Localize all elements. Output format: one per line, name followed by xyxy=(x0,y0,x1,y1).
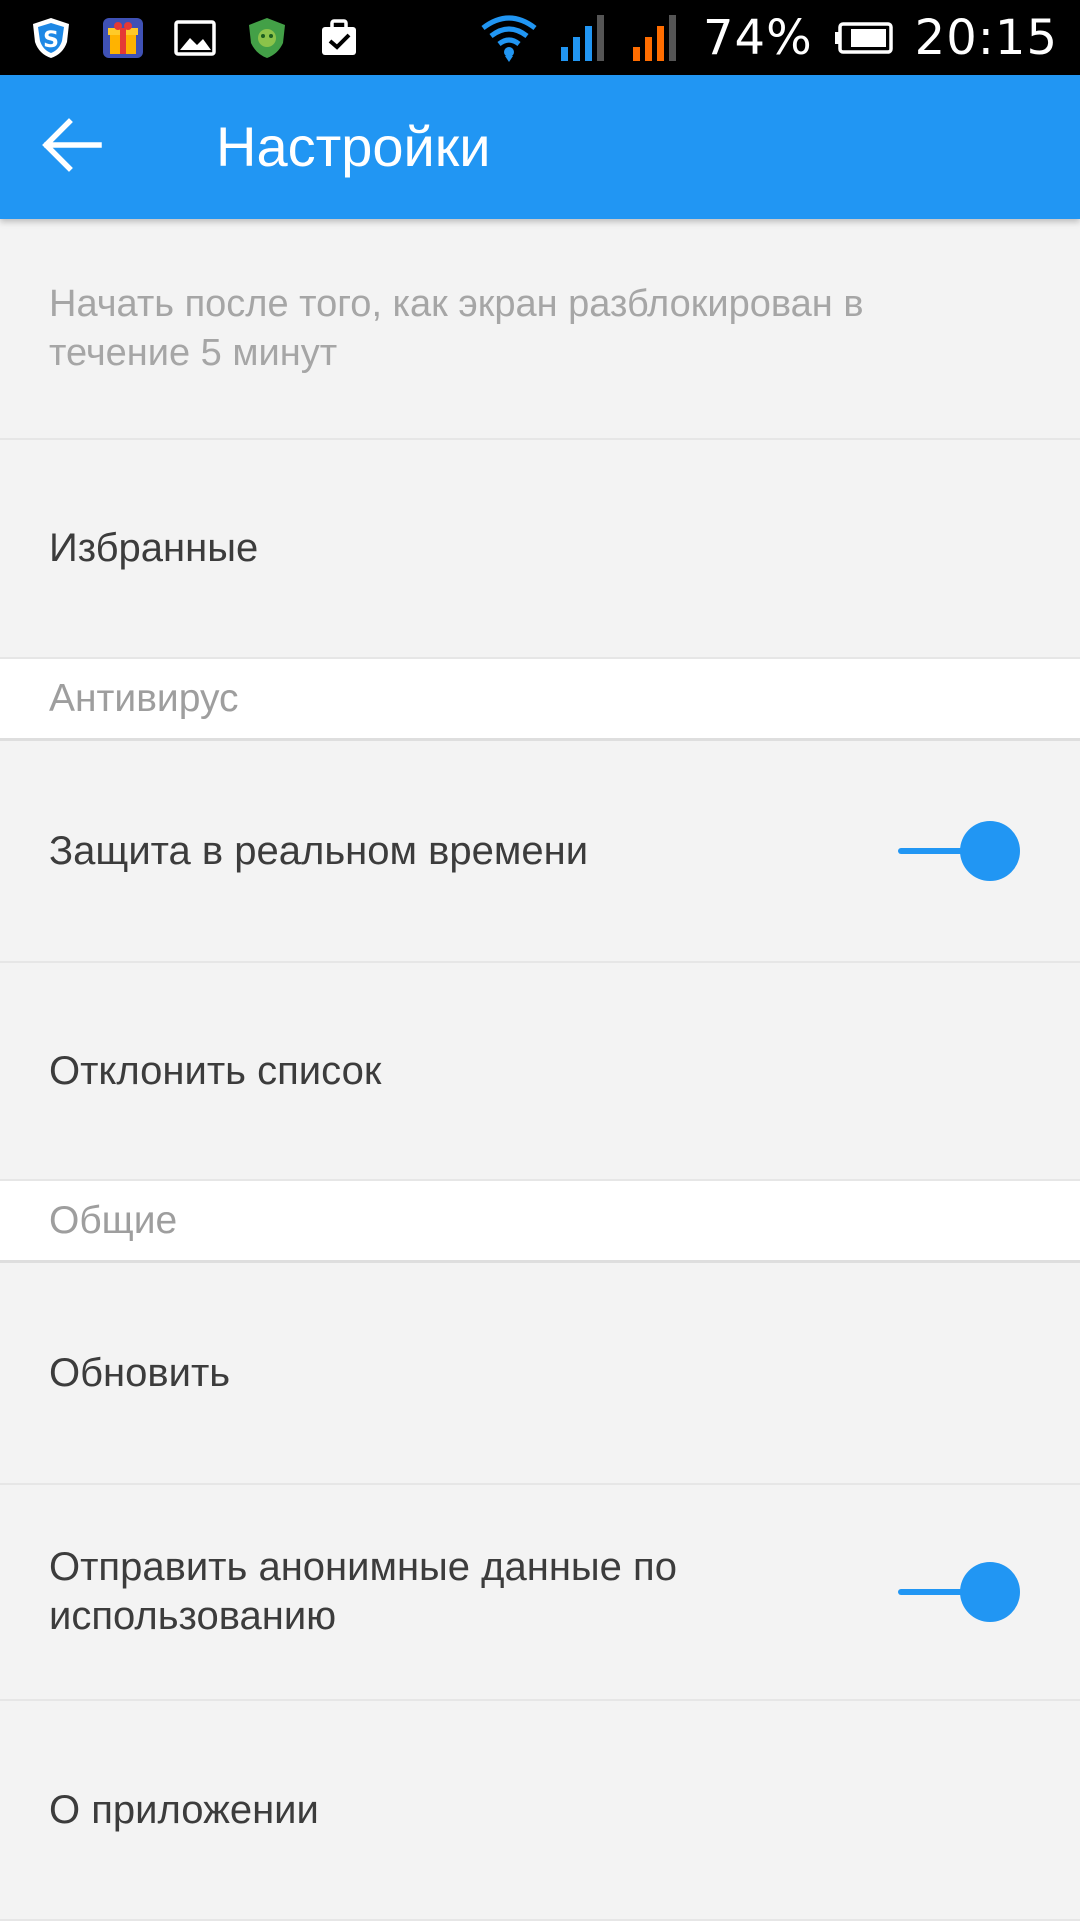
realtime-protection-toggle[interactable] xyxy=(898,821,1020,881)
gift-icon xyxy=(100,15,146,61)
image-icon xyxy=(172,15,218,61)
signal-blue-icon xyxy=(559,14,611,61)
favorites-label: Избранные xyxy=(49,526,259,570)
svg-text:S: S xyxy=(43,28,59,53)
system-indicators: 74% 20:15 xyxy=(479,0,1058,75)
reject-list-label: Отклонить список xyxy=(49,1048,382,1093)
settings-list: Начать после того, как экран разблокиров… xyxy=(0,219,1080,1921)
send-anonymous-data-toggle[interactable] xyxy=(898,1562,1020,1622)
about-label: О приложении xyxy=(49,1787,319,1832)
clipboard-check-icon xyxy=(316,15,362,61)
wifi-icon xyxy=(479,15,539,62)
signal-orange-icon xyxy=(631,14,683,61)
section-header-antivirus: Антивирус xyxy=(0,659,1080,741)
page-title: Настройки xyxy=(216,115,491,178)
section-label: Антивирус xyxy=(49,676,239,720)
unlock-delay-item[interactable]: Начать после того, как экран разблокиров… xyxy=(0,219,1080,440)
battery-percent: 74% xyxy=(702,9,813,66)
battery-icon xyxy=(833,15,895,61)
realtime-protection-item[interactable]: Защита в реальном времени xyxy=(0,741,1080,963)
status-bar: S 74% 20:15 xyxy=(0,0,1080,75)
back-button[interactable] xyxy=(36,111,108,183)
unlock-delay-description: Начать после того, как экран разблокиров… xyxy=(49,282,864,374)
app-bar: Настройки xyxy=(0,75,1080,219)
about-item[interactable]: О приложении xyxy=(0,1701,1080,1921)
toggle-knob xyxy=(960,821,1020,881)
section-label: Общие xyxy=(49,1198,178,1242)
update-item[interactable]: Обновить xyxy=(0,1263,1080,1485)
update-label: Обновить xyxy=(49,1350,231,1395)
send-anonymous-data-item[interactable]: Отправить анонимные данные по использова… xyxy=(0,1485,1080,1701)
notification-icons: S xyxy=(28,12,362,64)
section-header-general: Общие xyxy=(0,1181,1080,1263)
realtime-protection-label: Защита в реальном времени xyxy=(49,828,589,873)
shield-app-icon: S xyxy=(28,15,74,61)
clock: 20:15 xyxy=(914,9,1058,66)
reject-list-item[interactable]: Отклонить список xyxy=(0,963,1080,1181)
arrow-back-icon xyxy=(41,117,103,178)
favorites-item[interactable]: Избранные xyxy=(0,440,1080,659)
antivirus-icon xyxy=(244,15,290,61)
send-anonymous-data-label: Отправить анонимные данные по использова… xyxy=(49,1545,677,1638)
toggle-knob xyxy=(960,1562,1020,1622)
